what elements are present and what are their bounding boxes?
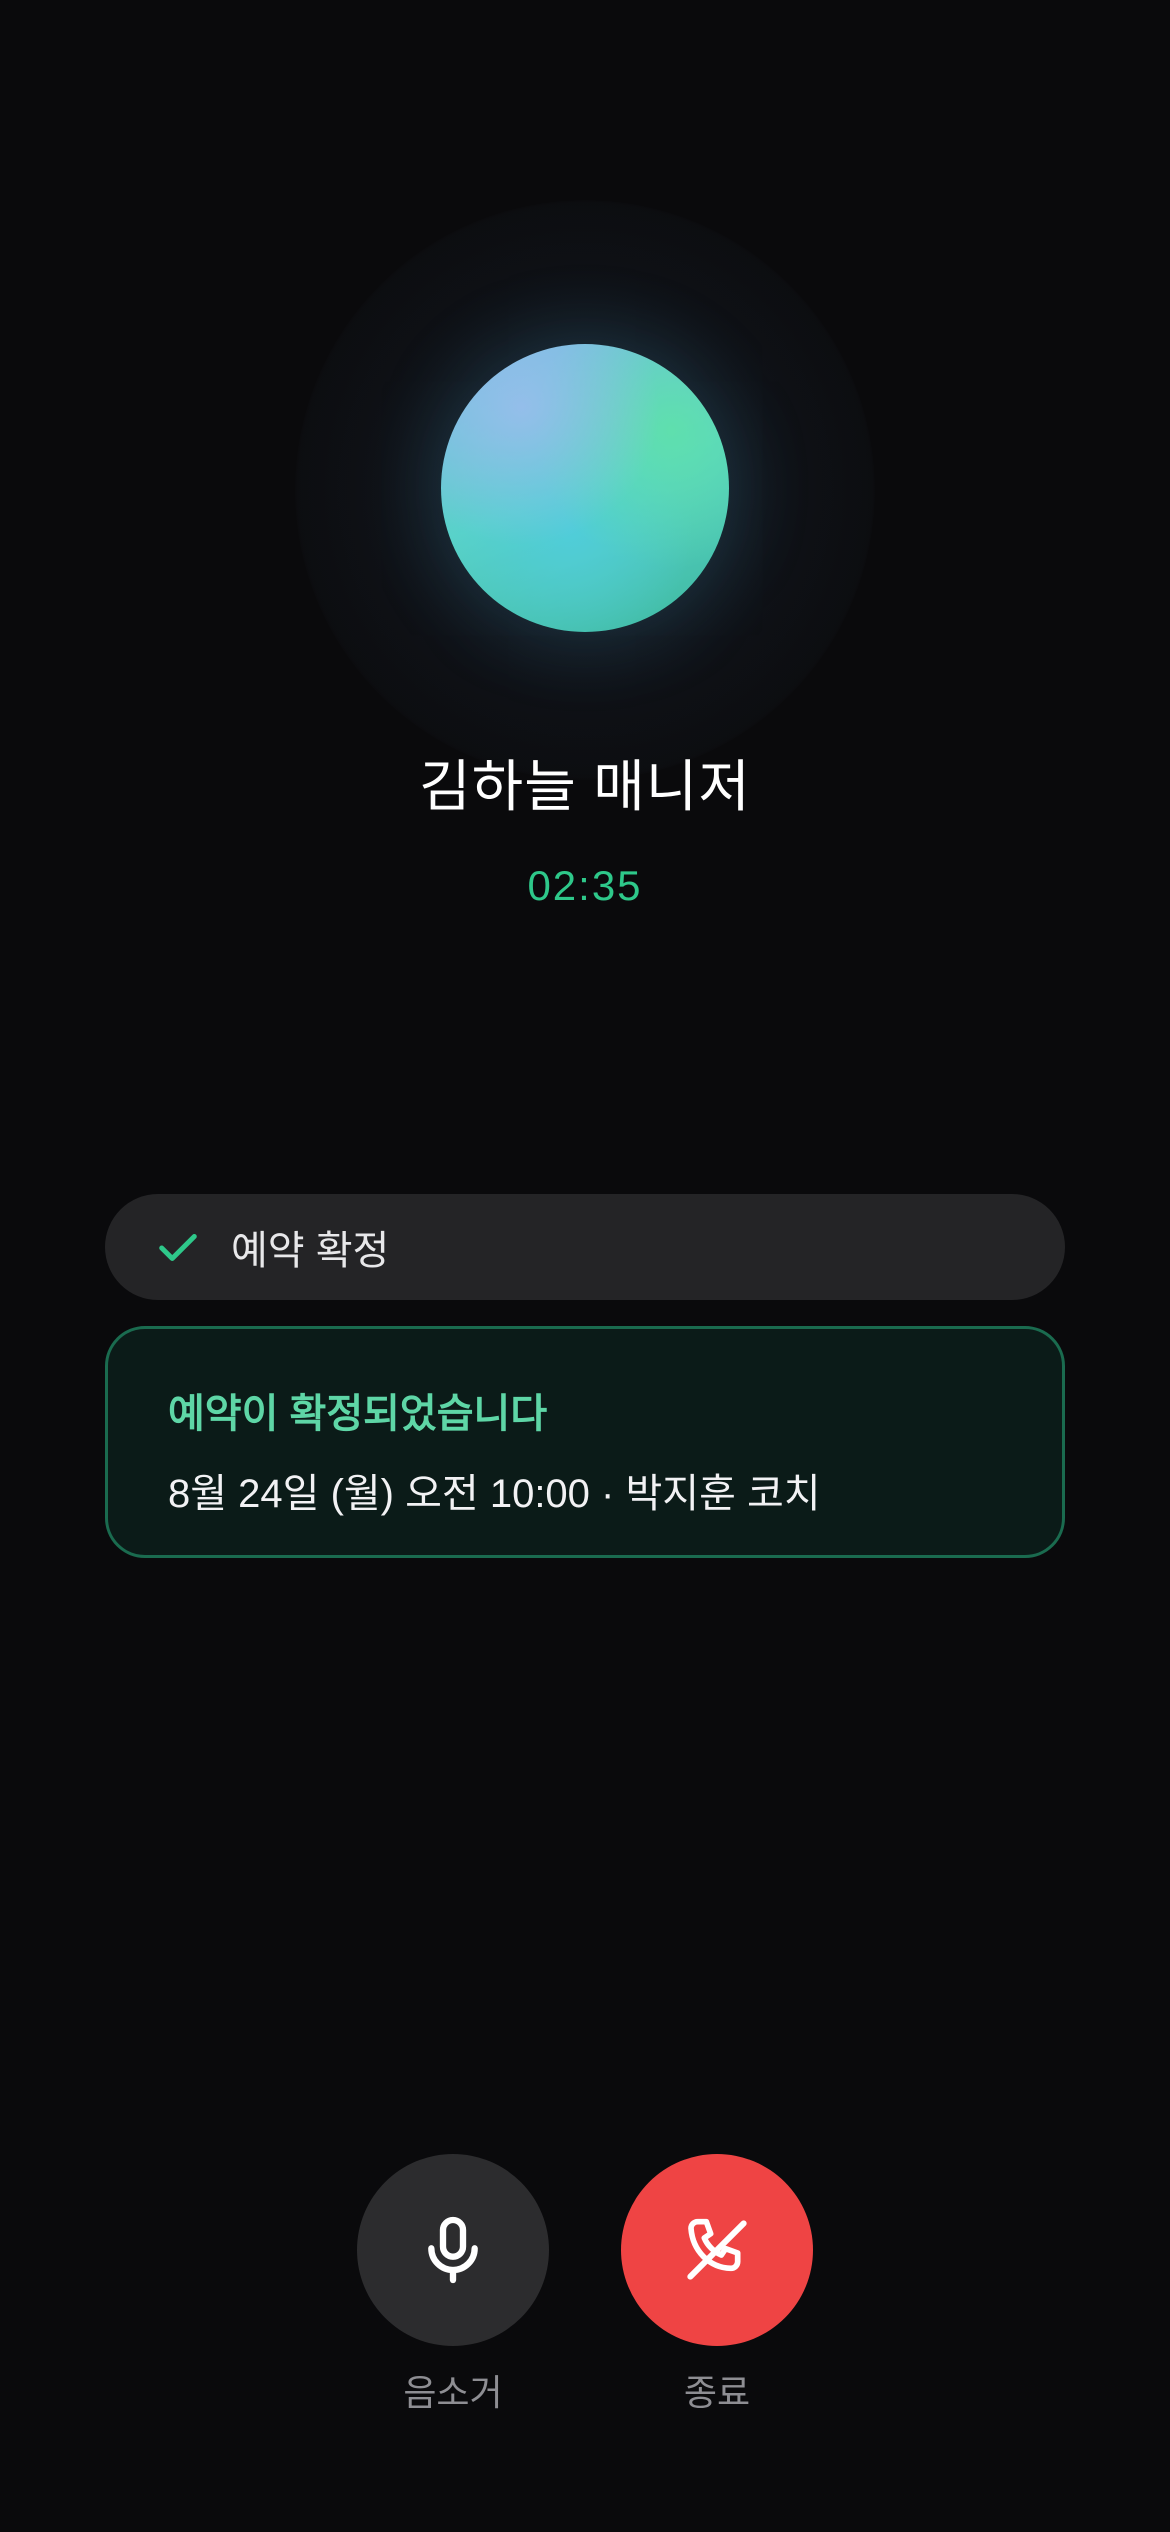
confirmation-detail: 8월 24일 (월) 오전 10:00 · 박지훈 코치: [168, 1472, 821, 1516]
mute-button[interactable]: [357, 2154, 549, 2346]
call-timer: 02:35: [527, 862, 643, 909]
check-icon: [159, 1233, 197, 1261]
status-label: 예약 확정: [231, 1229, 390, 1273]
end-call-button[interactable]: [621, 2154, 813, 2346]
confirmation-title: 예약이 확정되었습니다: [168, 1392, 548, 1436]
end-call-label: 종료: [683, 2372, 751, 2413]
phone-hangup-icon: [687, 2218, 747, 2280]
call-screen: 김하늘 매니저 02:35 예약 확정 예약이 확정되었습니다 8월 24일 (…: [0, 0, 1170, 2532]
microphone-icon: [428, 2216, 478, 2284]
confirmation-card: 예약이 확정되었습니다 8월 24일 (월) 오전 10:00 · 박지훈 코치: [105, 1326, 1065, 1558]
caller-name: 김하늘 매니저: [419, 755, 751, 818]
voice-orb: [441, 344, 729, 632]
status-pill: 예약 확정: [105, 1194, 1065, 1300]
mute-label: 음소거: [403, 2372, 503, 2413]
